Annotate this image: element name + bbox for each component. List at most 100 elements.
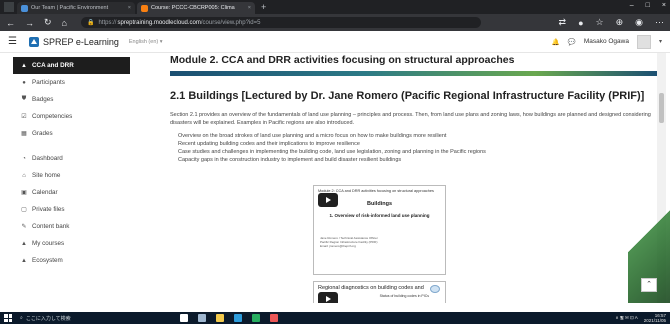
url-host: spreptraining.moodlecloud.com <box>117 19 201 26</box>
messages-icon[interactable]: 💬 <box>568 38 576 46</box>
course-navigation: ▲ CCA and DRR ● Participants ⛊ Badges ☑ … <box>13 57 130 301</box>
tray-icons[interactable]: ∧ 🖫 ✉ ⊡ A <box>615 314 637 322</box>
new-tab-button[interactable]: + <box>261 2 266 12</box>
url-scheme: https:// <box>98 19 117 26</box>
maximize-button[interactable]: □ <box>646 2 650 9</box>
logo-icon <box>430 285 440 293</box>
taskbar-search[interactable]: ⌕ ここに入力して検索 <box>20 313 140 323</box>
search-icon: ⌕ <box>20 315 23 321</box>
avatar[interactable] <box>636 34 651 49</box>
forward-icon[interactable]: → <box>25 18 34 28</box>
sidebar-item-content-bank[interactable]: ✎ Content bank <box>13 218 130 235</box>
profile-icon[interactable]: ◉ <box>635 17 643 28</box>
browser-tab-active[interactable]: Course: PCCC-CBCRP005: Clima × <box>137 2 255 14</box>
list-item: Recent updating building codes and their… <box>178 140 657 148</box>
collections-icon[interactable]: ⊕ <box>616 17 624 28</box>
hamburger-icon[interactable]: ☰ <box>8 36 17 47</box>
sidebar-item-site-home[interactable]: ⌂ Site home <box>13 167 130 184</box>
calendar-icon: ▣ <box>21 190 27 196</box>
close-tab-icon[interactable]: × <box>248 5 251 11</box>
search-app-icon[interactable] <box>180 314 188 322</box>
sidebar-item-dashboard[interactable]: ◔ Dashboard <box>13 150 130 167</box>
language-selector[interactable]: English (en) ▾ <box>129 39 163 45</box>
back-icon[interactable]: ← <box>6 18 15 28</box>
chrome-icon[interactable] <box>252 314 260 322</box>
user-area: 🔔 💬 Masako Ogawa ▾ <box>552 34 662 49</box>
favicon-icon <box>21 4 28 12</box>
sidebar-item-grades[interactable]: ▦ Grades <box>13 125 130 142</box>
window-menu-icon[interactable] <box>4 2 14 12</box>
home-icon[interactable]: ⌂ <box>62 18 67 28</box>
taskbar-search-placeholder: ここに入力して検索 <box>25 315 71 322</box>
sidebar-item-competencies[interactable]: ☑ Competencies <box>13 108 130 125</box>
mortarboard-icon: ▲ <box>21 62 27 69</box>
taskbar-apps <box>180 314 278 322</box>
section-title: 2.1 Buildings [Lectured by Dr. Jane Rome… <box>170 90 645 102</box>
sidebar-item-private-files[interactable]: ▢ Private files <box>13 201 130 218</box>
back-to-top-button[interactable]: ⌃ <box>641 278 657 292</box>
edge-icon[interactable] <box>234 314 242 322</box>
mortarboard-icon: ▲ <box>21 240 27 247</box>
lock-icon: 🔒 <box>86 20 95 26</box>
slide-stat-label: Status of building codes in PICs <box>379 294 429 298</box>
shield-icon: ⛊ <box>21 96 27 102</box>
window-controls: – □ × <box>630 2 666 9</box>
windows-start-icon[interactable] <box>4 314 12 322</box>
browser-tab[interactable]: Our Team | Pacific Environment × <box>17 2 135 14</box>
windows-taskbar: ⌕ ここに入力して検索 ∧ 🖫 ✉ ⊡ A 16:57 2021/11/05 <box>0 312 670 324</box>
sidebar-item-cca-and-drr[interactable]: ▲ CCA and DRR <box>13 57 130 74</box>
checkbox-icon: ☑ <box>21 114 27 120</box>
bookmark-star-icon[interactable]: ☆ <box>596 17 604 28</box>
explorer-icon[interactable] <box>216 314 224 322</box>
list-item: Case studies and challenges in implement… <box>178 148 657 156</box>
record-icon[interactable]: ● <box>578 18 583 28</box>
module-banner <box>170 71 657 76</box>
clock[interactable]: 16:57 2021/11/05 <box>644 313 666 323</box>
user-name[interactable]: Masako Ogawa <box>584 38 629 45</box>
taskview-icon[interactable] <box>198 314 206 322</box>
sidebar-item-label: Site home <box>32 172 61 179</box>
translate-icon[interactable]: ⇄ <box>559 17 567 28</box>
sidebar-item-label: My courses <box>32 240 65 247</box>
sidebar-item-label: Grades <box>32 130 53 137</box>
close-window-button[interactable]: × <box>662 2 666 9</box>
sidebar-item-my-courses[interactable]: ▲ My courses <box>13 235 130 252</box>
module-title: Module 2. CCA and DRR activities focusin… <box>170 54 515 66</box>
clock-date: 2021/11/05 <box>643 318 666 323</box>
table-icon: ▦ <box>21 131 27 137</box>
list-item: Capacity gaps in the construction indust… <box>178 156 657 164</box>
slide-heading: Regional diagnostics on building codes a… <box>318 285 424 291</box>
minimize-button[interactable]: – <box>630 2 634 9</box>
play-icon[interactable] <box>318 193 338 207</box>
close-tab-icon[interactable]: × <box>128 5 131 11</box>
menu-dots-icon[interactable]: ⋯ <box>655 17 664 28</box>
reload-icon[interactable]: ↻ <box>44 17 52 28</box>
play-icon[interactable] <box>318 292 338 303</box>
address-bar[interactable]: 🔒 https:// spreptraining.moodlecloud.com… <box>80 17 481 28</box>
list-item: Overview on the broad strokes of land us… <box>178 132 657 140</box>
scrollbar-thumb[interactable] <box>659 93 664 123</box>
user-menu-caret-icon[interactable]: ▾ <box>659 38 662 45</box>
mortarboard-icon: ▲ <box>21 257 27 264</box>
users-icon: ● <box>22 79 26 86</box>
site-name[interactable]: SPREP e-Learning <box>43 37 119 47</box>
system-tray: ∧ 🖫 ✉ ⊡ A 16:57 2021/11/05 <box>615 313 666 323</box>
sidebar-item-label: Competencies <box>32 113 73 120</box>
course-content: Module 2. CCA and DRR activities focusin… <box>170 53 657 303</box>
notifications-icon[interactable]: 🔔 <box>552 38 560 46</box>
sidebar-item-label: CCA and DRR <box>32 62 74 69</box>
sidebar-item-calendar[interactable]: ▣ Calendar <box>13 184 130 201</box>
topic-list: Overview on the broad strokes of land us… <box>170 132 657 164</box>
lecture-video-2[interactable]: Regional diagnostics on building codes a… <box>313 281 446 303</box>
dashboard-icon: ◔ <box>22 155 26 162</box>
mail-icon[interactable] <box>270 314 278 322</box>
sidebar-item-badges[interactable]: ⛊ Badges <box>13 91 130 108</box>
lecture-video-1[interactable]: Module 2: CCA and DRR activities focusin… <box>313 185 446 275</box>
url-path: /course/view.php?id=5 <box>200 19 261 26</box>
sidebar-item-ecosystem[interactable]: ▲ Ecosystem <box>13 252 130 269</box>
toolbar-actions: ⇄ ● ☆ ⊕ ◉ ⋯ <box>559 17 664 28</box>
sidebar-item-label: Participants <box>32 79 65 86</box>
sidebar-item-label: Content bank <box>32 223 70 230</box>
section-intro: Section 2.1 provides an overview of the … <box>170 112 651 126</box>
sidebar-item-participants[interactable]: ● Participants <box>13 74 130 91</box>
